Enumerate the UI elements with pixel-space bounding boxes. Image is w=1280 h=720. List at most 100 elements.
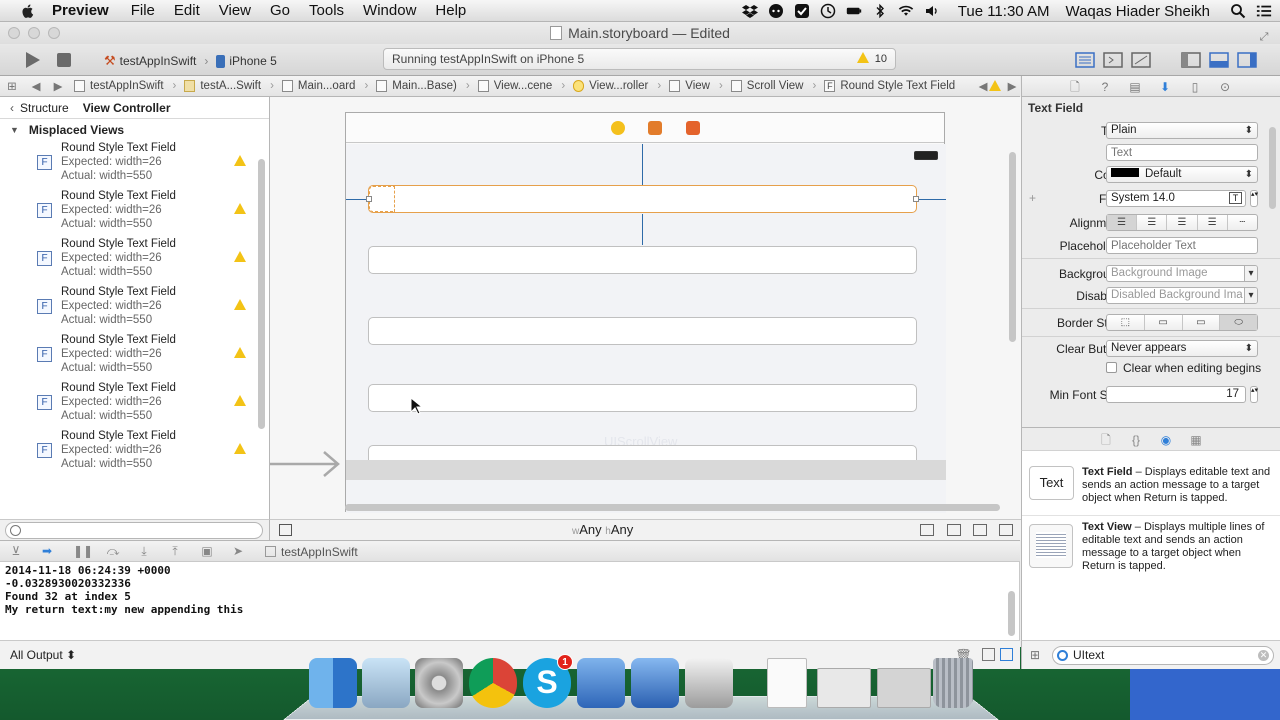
align-center-icon[interactable]: ☰ <box>1137 215 1168 230</box>
constraint-line[interactable] <box>642 144 643 185</box>
show-console-icon[interactable] <box>1000 648 1013 661</box>
issue-row[interactable]: F Round Style Text Field Expected: width… <box>0 189 269 237</box>
constraint-line[interactable] <box>346 199 368 200</box>
crumb-storyboard-base[interactable]: Main...Base) › <box>376 80 470 92</box>
color-popup[interactable]: Default <box>1106 166 1258 183</box>
library-search-field[interactable]: UItext ✕ <box>1052 646 1274 665</box>
breakpoints-toggle-icon[interactable]: ➡ <box>40 545 54 558</box>
back-chevron-icon[interactable]: ‹ <box>10 101 14 115</box>
canvas-vertical-scrollbar[interactable] <box>1009 152 1016 342</box>
step-into-icon[interactable]: ⤓ <box>137 545 151 558</box>
first-responder-icon[interactable] <box>648 121 662 135</box>
messenger-icon[interactable] <box>768 3 784 19</box>
inspector-scrollbar[interactable] <box>1269 127 1276 209</box>
border-rounded-icon[interactable]: ⬭ <box>1220 315 1257 330</box>
issue-row[interactable]: F Round Style Text Field Expected: width… <box>0 333 269 381</box>
close-window-button[interactable] <box>8 27 20 39</box>
trash-icon[interactable] <box>933 658 973 708</box>
align-natural-icon[interactable]: ┄ <box>1228 215 1257 230</box>
minimized-window-thumbnail[interactable] <box>877 668 931 708</box>
location-icon[interactable]: ➤ <box>231 545 245 558</box>
crumb-project[interactable]: testAppInSwift › <box>74 80 176 92</box>
crumb-view-controller[interactable]: View...roller › <box>573 80 661 92</box>
font-size-stepper[interactable]: ▴▾ <box>1250 190 1258 207</box>
issue-row[interactable]: F Round Style Text Field Expected: width… <box>0 381 269 429</box>
misplaced-views-group[interactable]: ▼ Misplaced Views <box>0 119 269 141</box>
chrome-icon[interactable] <box>469 658 517 708</box>
menu-file[interactable]: File <box>131 2 155 19</box>
text-field[interactable] <box>368 317 917 345</box>
assistant-editor-icon[interactable] <box>1102 50 1124 70</box>
root-view[interactable]: UIScrollView <box>346 144 946 513</box>
menu-window[interactable]: Window <box>363 2 416 19</box>
notification-center-icon[interactable] <box>1256 3 1272 19</box>
menu-tools[interactable]: Tools <box>309 2 344 19</box>
clear-button-popup[interactable]: Never appears <box>1106 340 1258 357</box>
warning-icon[interactable] <box>234 443 246 457</box>
library-item-text-field[interactable]: Text Text Field – Displays editable text… <box>1022 459 1280 517</box>
identity-inspector-icon[interactable]: ▤ <box>1128 80 1142 94</box>
finder-icon[interactable] <box>309 658 357 708</box>
warning-count-badge[interactable]: 10 <box>856 49 887 69</box>
minimized-window-thumbnail[interactable] <box>817 668 871 708</box>
app-name-menu[interactable]: Preview <box>52 2 109 19</box>
warning-icon[interactable] <box>234 347 246 361</box>
issue-row[interactable]: F Round Style Text Field Expected: width… <box>0 237 269 285</box>
dropbox-icon[interactable] <box>741 3 758 19</box>
stop-button[interactable] <box>57 53 71 67</box>
border-bezel-icon[interactable]: ▭ <box>1183 315 1221 330</box>
version-editor-icon[interactable] <box>1130 50 1152 70</box>
run-button[interactable] <box>22 50 42 70</box>
issue-row[interactable]: F Round Style Text Field Expected: width… <box>0 285 269 333</box>
zoom-window-button[interactable] <box>48 27 60 39</box>
ios-simulator-icon[interactable] <box>577 658 625 708</box>
debug-target[interactable]: testAppInSwift <box>265 545 358 559</box>
attributes-inspector-icon[interactable]: ⬇ <box>1158 80 1172 94</box>
warning-icon[interactable] <box>234 155 246 169</box>
font-field[interactable]: System 14.0 T <box>1106 190 1246 207</box>
constraint-line[interactable] <box>642 214 643 245</box>
bluetooth-icon[interactable] <box>872 3 888 19</box>
text-type-popup[interactable]: Plain <box>1106 122 1258 139</box>
border-none-icon[interactable]: ⬚ <box>1107 315 1145 330</box>
menu-view[interactable]: View <box>219 2 251 19</box>
clear-when-editing-checkbox[interactable] <box>1106 362 1117 373</box>
warning-icon[interactable] <box>234 299 246 313</box>
crumb-text-field[interactable]: F Round Style Text Field <box>824 80 955 92</box>
apple-menu-icon[interactable] <box>18 3 38 19</box>
crumb-group[interactable]: testA...Swift › <box>184 80 274 92</box>
console-scrollbar[interactable] <box>1008 591 1015 636</box>
system-preferences-icon[interactable] <box>415 658 463 708</box>
output-filter-select[interactable]: All Output ⬍ <box>10 648 76 662</box>
toggle-debug-area-icon[interactable] <box>1208 50 1230 70</box>
resizing-behavior-icon[interactable] <box>999 524 1013 536</box>
related-items-icon[interactable]: ⊞ <box>4 79 20 93</box>
document-stack-icon[interactable] <box>767 658 807 708</box>
menu-help[interactable]: Help <box>435 2 466 19</box>
disclosure-triangle-icon[interactable]: ▼ <box>10 125 19 135</box>
min-font-size-field[interactable]: 17 <box>1106 386 1246 403</box>
add-variation-icon[interactable]: + <box>1029 191 1036 205</box>
align-right-icon[interactable]: ☰ <box>1167 215 1198 230</box>
forward-arrow-icon[interactable]: ▶ <box>50 79 66 93</box>
issue-row[interactable]: F Round Style Text Field Expected: width… <box>0 141 269 189</box>
size-class-selector[interactable]: wAny hAny <box>572 522 633 537</box>
quick-help-icon[interactable]: ? <box>1098 80 1112 94</box>
disabled-background-combo[interactable]: Disabled Background Ima <box>1106 287 1258 304</box>
resize-handle[interactable] <box>366 196 372 202</box>
size-inspector-icon[interactable]: ▯ <box>1188 80 1202 94</box>
grid-view-toggle-icon[interactable]: ⊞ <box>1030 649 1043 662</box>
structure-link[interactable]: Structure <box>20 101 69 115</box>
clock[interactable]: Tue 11:30 AM <box>958 3 1050 20</box>
view-controller-scene[interactable]: UIScrollView <box>345 112 946 513</box>
align-justified-icon[interactable]: ☰ <box>1198 215 1228 230</box>
connections-inspector-icon[interactable]: ⊙ <box>1218 80 1232 94</box>
battery-menu-icon[interactable] <box>846 3 862 19</box>
crumb-storyboard[interactable]: Main...oard › <box>281 80 368 92</box>
border-line-icon[interactable]: ▭ <box>1145 315 1183 330</box>
time-machine-icon[interactable] <box>820 3 836 19</box>
text-value-field[interactable] <box>1106 144 1258 161</box>
constraint-line[interactable] <box>917 199 946 200</box>
volume-icon[interactable] <box>924 3 940 19</box>
xcode-icon[interactable] <box>631 658 679 708</box>
